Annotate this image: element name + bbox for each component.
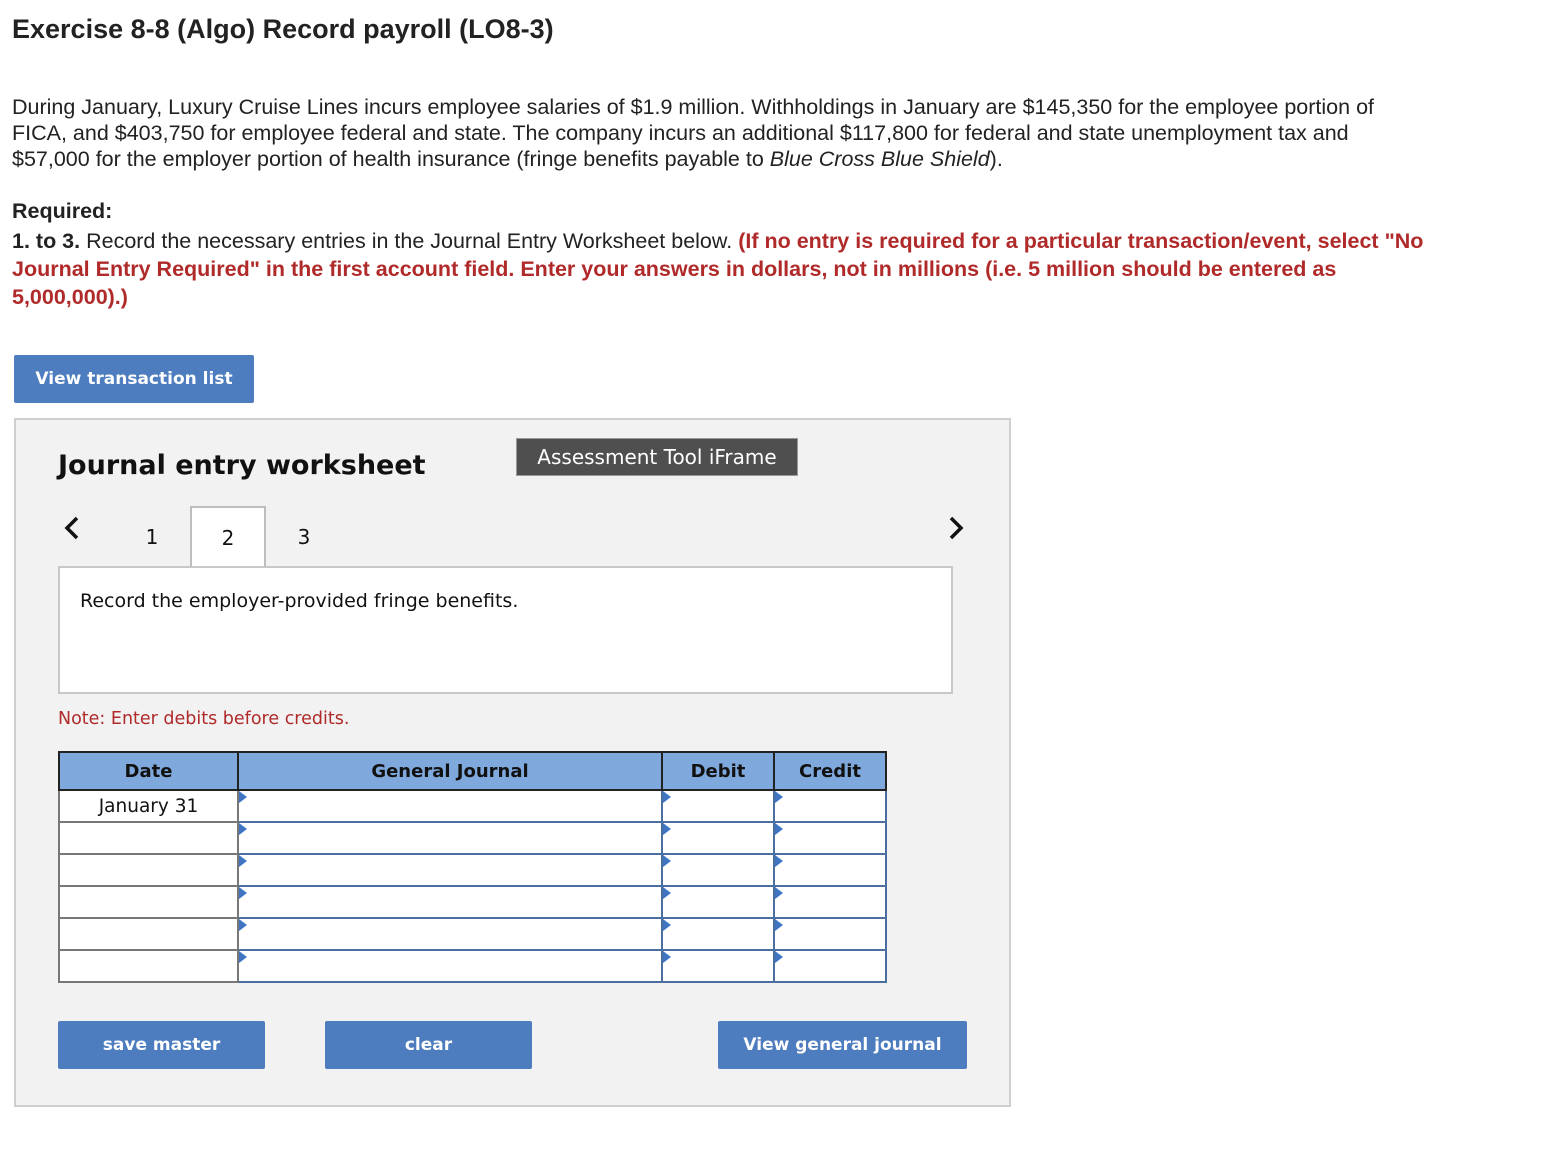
date-cell [58,885,239,919]
journal-entry-table: Date General Journal Debit Credit Januar… [58,751,887,983]
account-select[interactable] [239,823,661,853]
save-master-button[interactable]: save master [58,1021,265,1069]
credit-cell[interactable] [773,885,887,919]
required-heading: Required: [12,199,113,223]
account-cell[interactable] [237,885,663,919]
debit-input[interactable] [663,791,773,821]
account-select[interactable] [239,791,661,821]
credit-input[interactable] [775,919,885,949]
debits-credits-note: Note: Enter debits before credits. [58,709,350,729]
chevron-left-icon [64,516,79,540]
date-cell [58,917,239,951]
debit-cell[interactable] [661,949,775,983]
problem-description: During January, Luxury Cruise Lines incu… [12,94,1432,172]
previous-entry-button[interactable] [60,514,84,542]
insurer-name: Blue Cross Blue Shield [769,147,990,171]
table-header-row: Date General Journal Debit Credit [58,751,887,791]
required-number: 1. to 3. [12,229,81,253]
credit-cell[interactable] [773,949,887,983]
account-select[interactable] [239,919,661,949]
table-row [58,949,887,983]
chevron-right-icon [949,516,964,540]
account-cell[interactable] [237,821,663,855]
account-select[interactable] [239,855,661,885]
debit-input[interactable] [663,823,773,853]
clear-button[interactable]: clear [325,1021,532,1069]
assessment-tool-iframe-label: Assessment Tool iFrame [516,438,798,476]
debit-input[interactable] [663,855,773,885]
date-cell [58,853,239,887]
debit-cell[interactable] [661,821,775,855]
table-row [58,885,887,919]
tab-entry-2-active[interactable]: 2 [190,506,266,568]
worksheet-title: Journal entry worksheet [58,450,426,481]
view-transaction-list-button[interactable]: View transaction list [14,355,254,403]
column-header-credit: Credit [773,751,887,791]
date-cell [58,949,239,983]
tab-entry-1[interactable]: 1 [114,506,190,568]
problem-text: During January, Luxury Cruise Lines incu… [12,95,1374,171]
required-instructions: 1. to 3. Record the necessary entries in… [12,227,1432,311]
credit-cell[interactable] [773,821,887,855]
view-general-journal-button[interactable]: View general journal [718,1021,967,1069]
credit-input[interactable] [775,855,885,885]
column-header-date: Date [58,751,239,791]
credit-cell[interactable] [773,789,887,823]
credit-input[interactable] [775,951,885,981]
column-header-debit: Debit [661,751,775,791]
credit-input[interactable] [775,887,885,917]
account-select[interactable] [239,951,661,981]
next-entry-button[interactable] [944,514,968,542]
debit-input[interactable] [663,887,773,917]
entry-prompt-text: Record the employer-provided fringe bene… [80,590,519,612]
table-row: January 31 [58,789,887,823]
debit-cell[interactable] [661,917,775,951]
date-cell [58,821,239,855]
debit-input[interactable] [663,919,773,949]
required-instruction-text: Record the necessary entries in the Jour… [80,229,739,253]
debit-cell[interactable] [661,885,775,919]
debit-cell[interactable] [661,853,775,887]
account-cell[interactable] [237,949,663,983]
page-title: Exercise 8-8 (Algo) Record payroll (LO8-… [12,14,554,44]
debit-cell[interactable] [661,789,775,823]
table-row [58,917,887,951]
column-header-general-journal: General Journal [237,751,663,791]
tab-entry-3[interactable]: 3 [266,506,342,568]
table-row [58,853,887,887]
table-row [58,821,887,855]
entry-prompt-box: Record the employer-provided fringe bene… [58,566,953,694]
journal-entry-worksheet-panel: Journal entry worksheet Assessment Tool … [14,418,1011,1107]
credit-input[interactable] [775,823,885,853]
debit-input[interactable] [663,951,773,981]
account-cell[interactable] [237,789,663,823]
date-cell: January 31 [58,789,239,823]
credit-cell[interactable] [773,917,887,951]
account-cell[interactable] [237,917,663,951]
account-select[interactable] [239,887,661,917]
problem-text-end: ). [989,147,1003,171]
credit-input[interactable] [775,791,885,821]
credit-cell[interactable] [773,853,887,887]
account-cell[interactable] [237,853,663,887]
